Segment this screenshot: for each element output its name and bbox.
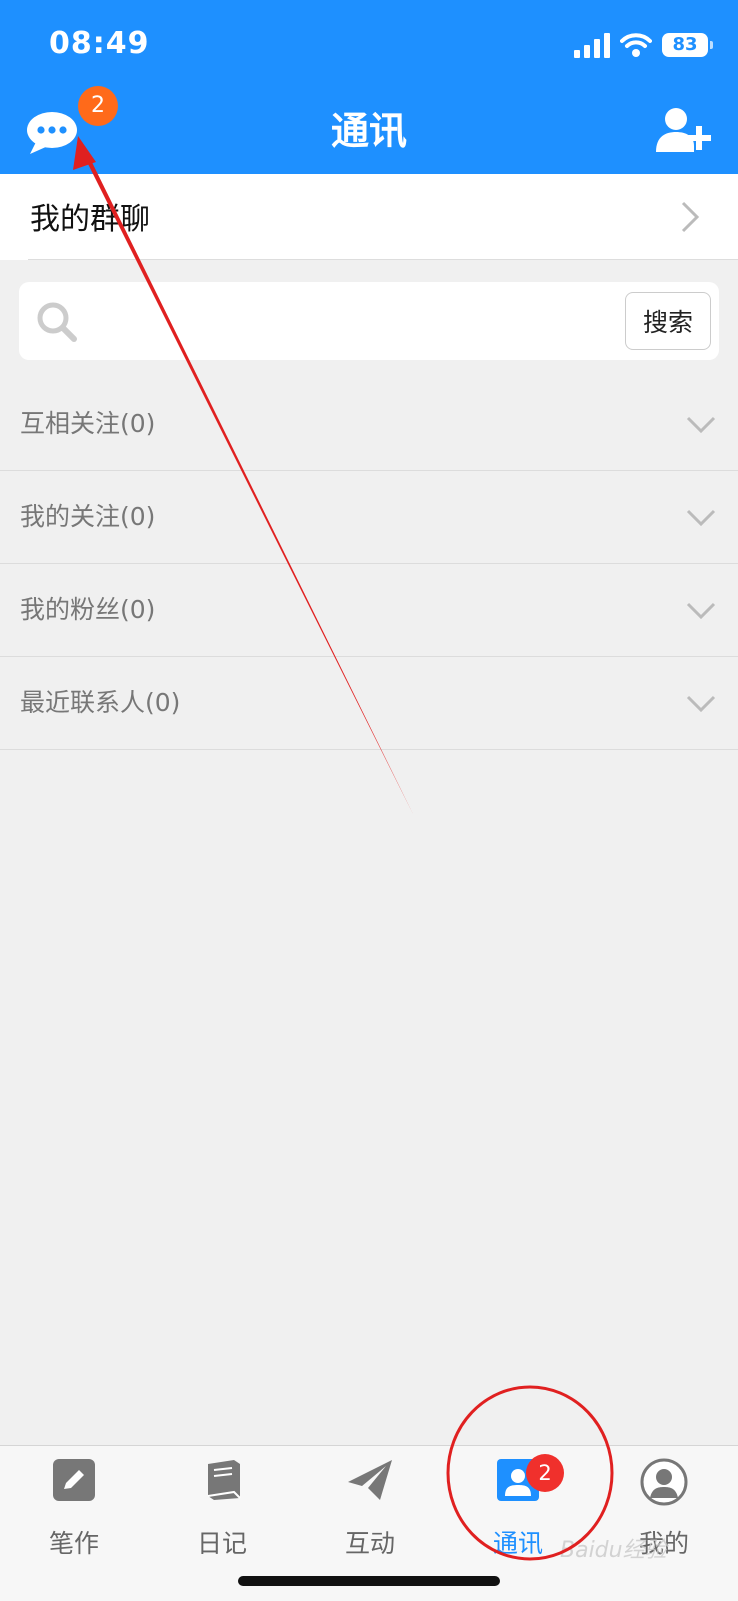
search-bar: 搜索 bbox=[19, 282, 719, 360]
add-friend-button[interactable] bbox=[656, 106, 712, 154]
my-group-chats-row[interactable]: 我的群聊 bbox=[0, 174, 738, 260]
profile-icon bbox=[640, 1458, 688, 1506]
pencil-icon bbox=[53, 1459, 95, 1501]
status-time: 08:49 bbox=[49, 26, 150, 61]
section-recent-contacts[interactable]: 最近联系人(0) bbox=[0, 657, 738, 750]
search-icon bbox=[37, 302, 77, 342]
group-chats-label: 我的群聊 bbox=[30, 202, 150, 237]
chevron-down-icon bbox=[686, 602, 716, 620]
app-header: 08:49 83 2 通讯 bbox=[0, 0, 738, 174]
page-title: 通讯 bbox=[330, 109, 407, 153]
home-indicator bbox=[238, 1576, 500, 1586]
section-fans[interactable]: 我的粉丝(0) bbox=[0, 564, 738, 657]
chevron-down-icon bbox=[686, 416, 716, 434]
search-input[interactable] bbox=[93, 298, 617, 346]
wifi-icon bbox=[620, 33, 652, 57]
section-label: 互相关注(0) bbox=[20, 409, 156, 438]
contact-sections: 互相关注(0) 我的关注(0) 我的粉丝(0) 最近联系人(0) bbox=[0, 378, 738, 750]
section-label: 最近联系人(0) bbox=[20, 688, 181, 717]
book-icon bbox=[207, 1460, 241, 1500]
section-label: 我的粉丝(0) bbox=[20, 595, 156, 624]
status-icons: 83 bbox=[574, 30, 713, 60]
tab-label: 笔作 bbox=[48, 1529, 99, 1558]
battery-indicator: 83 bbox=[662, 33, 713, 57]
paper-plane-icon bbox=[348, 1460, 392, 1500]
chevron-down-icon bbox=[686, 695, 716, 713]
tab-label: 日记 bbox=[196, 1529, 247, 1558]
contacts-badge: 2 bbox=[526, 1454, 564, 1492]
section-label: 我的关注(0) bbox=[20, 502, 156, 531]
section-following[interactable]: 我的关注(0) bbox=[0, 471, 738, 564]
chevron-down-icon bbox=[686, 509, 716, 527]
cellular-signal-icon bbox=[574, 32, 610, 58]
tab-diary[interactable]: 日记 bbox=[148, 1446, 296, 1566]
section-mutual-follow[interactable]: 互相关注(0) bbox=[0, 378, 738, 471]
baidu-watermark: Baidu经验 bbox=[560, 1538, 667, 1563]
divider bbox=[28, 259, 738, 260]
tab-interact[interactable]: 互动 bbox=[296, 1446, 444, 1566]
add-user-icon bbox=[656, 108, 711, 152]
search-button[interactable]: 搜索 bbox=[625, 292, 711, 350]
tab-label: 互动 bbox=[344, 1529, 395, 1558]
chevron-right-icon bbox=[681, 201, 700, 233]
tab-write[interactable]: 笔作 bbox=[0, 1446, 148, 1566]
